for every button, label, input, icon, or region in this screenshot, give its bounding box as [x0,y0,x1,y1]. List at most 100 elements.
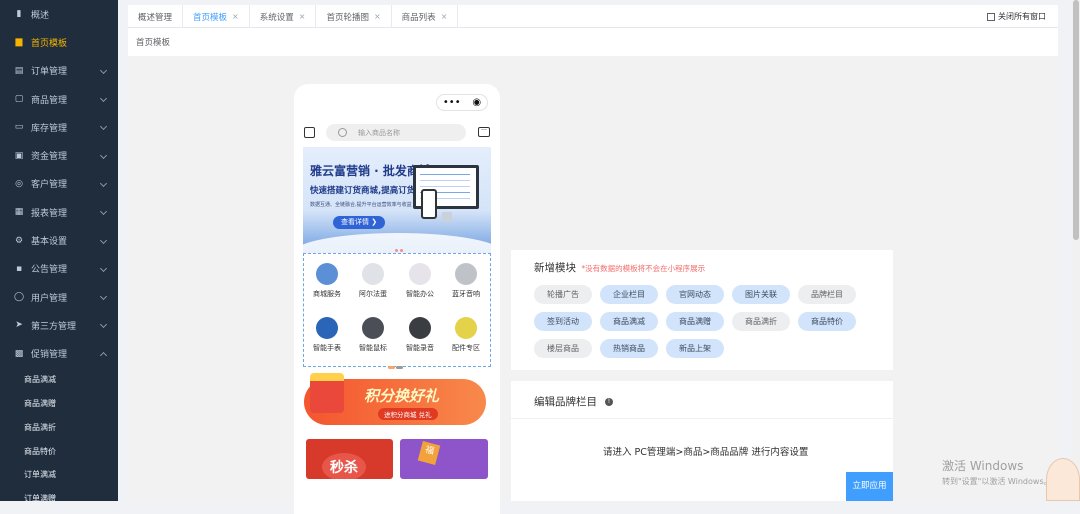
phone-search-input[interactable]: 输入商品名称 [326,124,466,141]
close-icon[interactable]: × [441,12,448,21]
module-chip[interactable]: 新品上架 [666,339,724,358]
brand-panel-title: 编辑品牌栏目 ! [534,394,613,409]
lucky-card[interactable]: 福 [400,439,488,479]
target-icon[interactable]: ◉ [472,97,481,108]
sidebar-item-label: 用户管理 [31,293,68,304]
search-placeholder: 输入商品名称 [358,128,400,137]
sidebar-subitem[interactable]: 商品特价 [0,439,118,463]
module-chip[interactable]: 图片关联 [732,285,790,304]
watermark-line1: 激活 Windows [942,459,1024,473]
module-chip[interactable]: 品牌栏目 [798,285,856,304]
sidebar-item[interactable]: ▮ 概述 [0,0,118,28]
module-chip[interactable]: 轮播广告 [534,285,592,304]
flash-sale-card[interactable]: 秒杀 [306,439,393,479]
chevron-down-icon [99,264,108,272]
sidebar-item[interactable]: ▣ 资金管理 [0,141,118,169]
points-banner[interactable]: 积分换好礼 进积分商城 兑礼 [304,373,490,431]
grid-item[interactable]: 阿尔法蛋 [353,263,393,299]
grid-item-label: 智能办公 [406,290,434,298]
close-icon[interactable]: × [374,12,381,21]
close-icon[interactable]: × [232,12,239,21]
sidebar-subitem[interactable]: 商品满赠 [0,392,118,416]
more-icon[interactable]: ••• [443,97,461,108]
sidebar-item-label: 概述 [31,10,50,21]
grid-item[interactable]: 智能手表 [307,317,347,353]
report-icon: ▦ [14,207,24,218]
sidebar-subitem[interactable]: 订单满减 [0,463,118,487]
mascot-image [1046,458,1080,501]
module-chip[interactable]: 商品满折 [732,312,790,331]
grid-item[interactable]: 智能办公 [400,263,440,299]
brand-panel-message: 请进入 PC管理端>商品>商品品牌 进行内容设置 [603,447,809,458]
tab[interactable]: 系统设置 × [250,5,317,28]
grid-item-label: 智能鼠标 [359,344,387,352]
sidebar-item[interactable]: ⚙ 基本设置 [0,226,118,254]
sidebar-item[interactable]: ▆ 首页模板 [0,28,118,56]
module-chip[interactable]: 楼层商品 [534,339,592,358]
grid-item-label: 阿尔法蛋 [359,290,387,298]
sidebar-subitem[interactable]: 商品满折 [0,415,118,439]
sidebar-item[interactable]: ▦ 报表管理 [0,198,118,226]
sidebar-item-label: 订单管理 [31,67,68,78]
sidebar-item[interactable]: ▤ 订单管理 [0,57,118,85]
new-module-note: *没有数据的模板将不会在小程序展示 [581,264,706,273]
sidebar-item[interactable]: ➤ 第三方管理 [0,311,118,339]
grid-item-label: 智能录音 [406,344,434,352]
tab-bar: 概述管理 首页模板 × 系统设置 × 首页轮播图 × 商品列表 × [128,5,1058,28]
sidebar-item[interactable]: ▢ 商品管理 [0,85,118,113]
sidebar-subitem[interactable]: 订单满赠 [0,487,118,501]
content-area: ••• ◉ 输入商品名称 ··· 雅云富营销 · 批发商城 快速搭建订货商城,提… [128,56,1058,514]
points-subtitle: 进积分商城 兑礼 [378,408,438,420]
module-chip[interactable]: 商品特价 [798,312,856,331]
tab[interactable]: 首页轮播图 × [316,5,392,28]
chart-icon: ▮ [16,9,22,20]
robot-icon [362,263,384,285]
scrollbar-thumb[interactable] [1073,0,1079,240]
grid-item[interactable]: 蓝牙音响 [446,263,486,299]
grid-item[interactable]: 配件专区 [446,317,486,353]
banner-module[interactable]: 雅云富营销 · 批发商城 快速搭建订货商城,提高订货效率 数据互通、全链融合,提… [303,147,491,253]
nav-grid-module[interactable]: 商城服务 阿尔法蛋 智能办公 蓝牙音响智能手表 智能鼠标 智能录音 配件专区 [303,253,491,369]
tab-label: 系统设置 [259,12,294,23]
sidebar-item-label: 促销管理 [31,350,68,361]
module-chip[interactable]: 官网动态 [666,285,724,304]
sidebar-item[interactable]: ◯ 用户管理 [0,283,118,311]
module-chip[interactable]: 商品满赠 [666,312,724,331]
sidebar-item[interactable]: ▪ 公告管理 [0,255,118,283]
grid-item[interactable]: 商城服务 [307,263,347,299]
tab[interactable]: 商品列表 × [392,5,459,28]
brand-panel-heading: 编辑品牌栏目 [534,396,597,408]
phone-preview: ••• ◉ 输入商品名称 ··· 雅云富营销 · 批发商城 快速搭建订货商城,提… [294,84,500,514]
send-icon: ➤ [15,320,23,331]
sidebar-item[interactable]: ▩ 促销管理 [0,340,118,368]
apply-now-button[interactable]: 立即应用 [846,472,893,501]
sidebar-item[interactable]: ▭ 库存管理 [0,113,118,141]
banner-dots [395,245,409,252]
module-chip[interactable]: 商品满减 [600,312,658,331]
close-icon[interactable]: × [299,12,306,21]
message-icon[interactable]: ··· [478,127,490,137]
brand-panel: 编辑品牌栏目 ! 请进入 PC管理端>商品>商品品牌 进行内容设置 [511,381,893,501]
banner-detail-button[interactable]: 查看详情 ❯ [333,216,386,229]
info-icon[interactable]: ! [605,397,613,406]
module-chip[interactable]: 签到活动 [534,312,592,331]
close-all-button[interactable]: 关闭所有窗口 [987,11,1046,22]
sidebar-item[interactable]: ◎ 客户管理 [0,170,118,198]
grid-pagination [388,362,406,369]
speaker-icon [455,263,477,285]
new-module-heading: 新增模块 [534,262,576,274]
tab[interactable]: 概述管理 [128,5,184,28]
sidebar-subitem[interactable]: 商品满减 [0,368,118,392]
funds-icon: ▣ [14,150,24,161]
grid-item-label: 智能手表 [313,344,341,352]
mini-program-capsule[interactable]: ••• ◉ [436,94,488,111]
sidebar-item-label: 第三方管理 [31,321,77,332]
module-chip[interactable]: 企业栏目 [600,285,658,304]
tab[interactable]: 首页模板 × [183,5,250,28]
scan-icon[interactable] [304,127,315,138]
page-scrollbar[interactable] [1072,0,1080,501]
grid-item[interactable]: 智能鼠标 [353,317,393,353]
grid-item[interactable]: 智能录音 [400,317,440,353]
sidebar-item-label: 库存管理 [31,123,68,134]
module-chip[interactable]: 热销商品 [600,339,658,358]
